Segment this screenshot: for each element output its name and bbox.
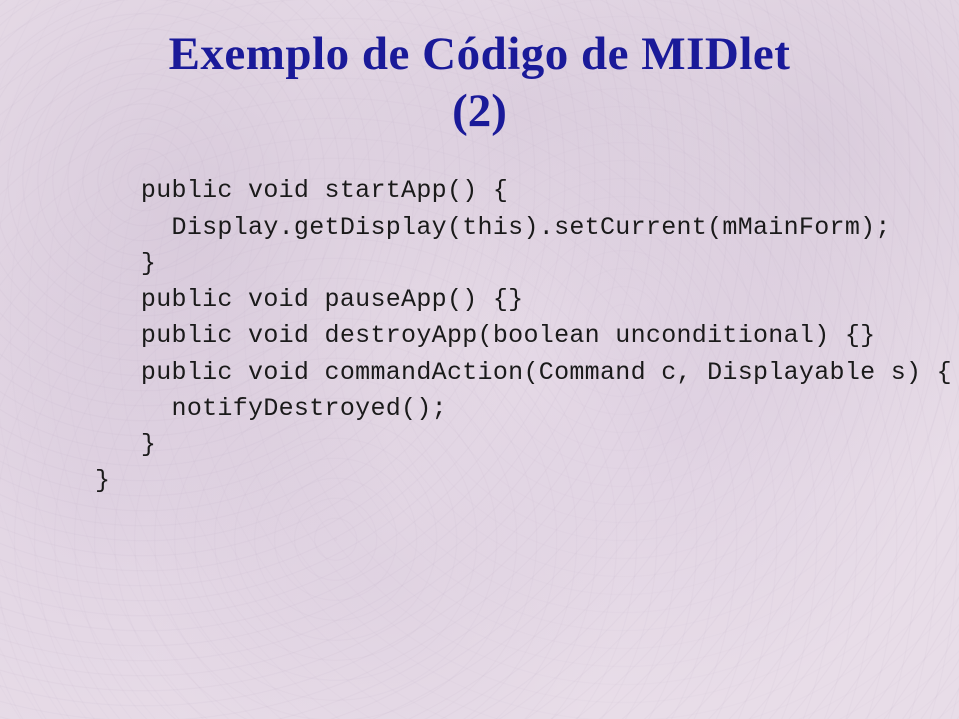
code-line: Display.getDisplay(this).setCurrent(mMai…	[95, 210, 914, 246]
slide-title: Exemplo de Código de MIDlet	[45, 26, 914, 82]
code-line: public void startApp() {	[95, 173, 914, 209]
code-line: public void destroyApp(boolean unconditi…	[95, 318, 914, 354]
code-line: }	[95, 427, 914, 463]
slide-subtitle: (2)	[45, 84, 914, 138]
code-block: public void startApp() { Display.getDisp…	[95, 173, 914, 499]
code-line: public void pauseApp() {}	[95, 282, 914, 318]
title-area: Exemplo de Código de MIDlet (2)	[45, 26, 914, 138]
code-line: }	[95, 246, 914, 282]
code-line: }	[95, 463, 914, 499]
code-line: public void commandAction(Command c, Dis…	[95, 355, 914, 391]
slide-content: Exemplo de Código de MIDlet (2) public v…	[0, 0, 959, 719]
code-line: notifyDestroyed();	[95, 391, 914, 427]
